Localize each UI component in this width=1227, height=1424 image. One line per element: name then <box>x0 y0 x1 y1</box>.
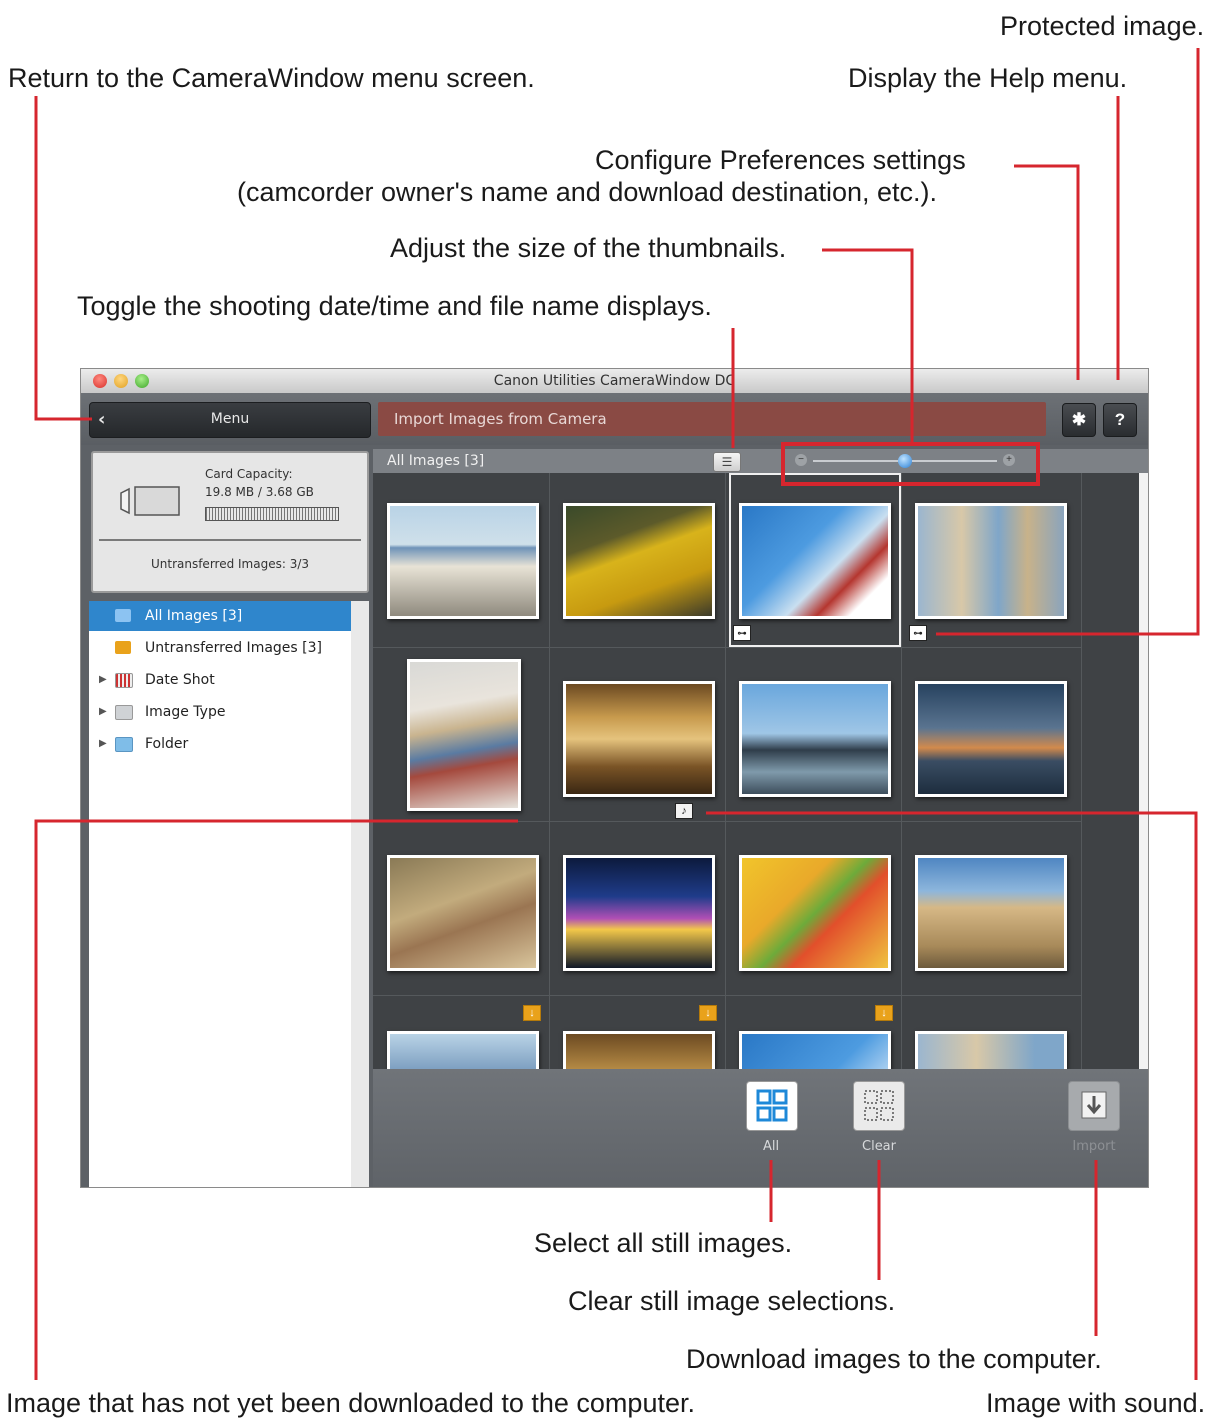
clear-selection-label: Clear <box>862 1139 896 1154</box>
download-callout: Download images to the computer. <box>686 1344 1102 1374</box>
preferences-button[interactable]: ✱ <box>1062 403 1096 437</box>
thumbnail-image[interactable] <box>739 1031 891 1069</box>
toggle-info-display-button[interactable]: ☰ <box>713 452 741 472</box>
card-capacity-bar <box>205 507 339 521</box>
menu-button-label: Menu <box>210 411 250 427</box>
tree-item-all-images[interactable]: All Images [3] <box>89 601 351 631</box>
bottom-action-bar: All Clear Import <box>373 1069 1148 1187</box>
import-banner: Import Images from Camera <box>378 402 1046 436</box>
folder-icon <box>115 737 133 752</box>
thumbnail-image[interactable] <box>915 1031 1067 1069</box>
thumbnail-image[interactable] <box>915 503 1067 619</box>
not-downloaded-callout: Image that has not yet been downloaded t… <box>6 1388 695 1418</box>
protected-key-icon: ⊶ <box>909 625 927 641</box>
select-all-callout: Select all still images. <box>534 1228 793 1258</box>
question-icon: ? <box>1114 410 1126 429</box>
toolbar: ‹ Menu Import Images from Camera ✱ ? <box>81 393 1148 445</box>
zoom-out-icon[interactable]: − <box>795 454 807 466</box>
tree-scrollbar[interactable] <box>351 601 369 1187</box>
import-button[interactable] <box>1068 1081 1120 1131</box>
download-arrow-icon <box>1081 1091 1107 1119</box>
not-downloaded-icon: ↓ <box>875 1005 893 1021</box>
import-label: Import <box>1072 1139 1116 1154</box>
thumbnail-size-callout: Adjust the size of the thumbnails. <box>390 233 787 263</box>
image-type-icon <box>115 705 133 720</box>
camerawindow-app: Canon Utilities CameraWindow DC ‹ Menu I… <box>80 368 1149 1188</box>
help-menu-callout: Display the Help menu. <box>848 63 1128 93</box>
grid-scrollbar[interactable] <box>1139 473 1148 1069</box>
select-all-label: All <box>762 1139 780 1154</box>
tree-item-label: Untransferred Images [3] <box>145 640 322 656</box>
thumbnail-image[interactable] <box>915 855 1067 971</box>
thumbnail-image[interactable] <box>387 855 539 971</box>
thumbnail-image[interactable] <box>739 855 891 971</box>
return-menu-callout: Return to the CameraWindow menu screen. <box>8 63 535 93</box>
help-button[interactable]: ? <box>1103 403 1137 437</box>
thumbnail-image[interactable] <box>915 681 1067 797</box>
thumbnail-image[interactable] <box>563 1031 715 1069</box>
card-capacity-label: Card Capacity: <box>205 467 293 481</box>
select-all-icon <box>756 1089 788 1122</box>
card-capacity-panel: Card Capacity: 19.8 MB / 3.68 GB Untrans… <box>91 451 369 593</box>
calendar-icon <box>115 673 133 688</box>
title-bar: Canon Utilities CameraWindow DC <box>81 369 1148 394</box>
thumbnail-image[interactable] <box>563 503 715 619</box>
sound-note-icon: ♪ <box>675 803 693 819</box>
tree-item-label: Folder <box>145 736 189 752</box>
grid-header-label: All Images [3] <box>387 453 485 469</box>
clear-selection-callout: Clear still image selections. <box>568 1286 896 1316</box>
camcorder-icon <box>120 486 180 516</box>
not-downloaded-icon: ↓ <box>699 1005 717 1021</box>
divider <box>99 539 361 541</box>
not-downloaded-icon: ↓ <box>523 1005 541 1021</box>
gear-icon: ✱ <box>1071 410 1087 429</box>
untransferred-count: Untransferred Images: 3/3 <box>150 557 310 571</box>
grid-header: All Images [3] ☰ − + <box>373 449 1148 474</box>
list-icon: ☰ <box>721 455 733 469</box>
import-banner-label: Import Images from Camera <box>394 410 607 428</box>
grid-margin <box>1081 473 1140 1069</box>
clear-selection-button[interactable] <box>853 1081 905 1131</box>
window-title: Canon Utilities CameraWindow DC <box>493 373 736 389</box>
thumbnail-image[interactable] <box>407 659 521 811</box>
disclosure-triangle-icon[interactable]: ▶ <box>99 729 107 759</box>
tree-item-untransferred[interactable]: Untransferred Images [3] <box>89 633 351 663</box>
category-tree: All Images [3] Untransferred Images [3] … <box>89 601 352 1187</box>
thumbnail-image[interactable] <box>387 503 539 619</box>
preferences-callout-line1: Configure Preferences settings <box>595 145 966 175</box>
photos-icon <box>115 609 131 622</box>
tree-item-folder[interactable]: ▶ Folder <box>89 729 351 759</box>
thumbnail-image[interactable] <box>387 1031 539 1069</box>
thumbnail-size-slider[interactable]: − + <box>789 452 1021 470</box>
tree-item-date-shot[interactable]: ▶ Date Shot <box>89 665 351 695</box>
protected-key-icon: ⊶ <box>733 625 751 641</box>
untransferred-icon <box>115 641 131 654</box>
thumbnail-grid: ⊶ ⊶ ♪ ↓ ↓ ↓ <box>373 473 1081 1069</box>
thumbnail-image[interactable] <box>739 681 891 797</box>
clear-selection-icon <box>864 1090 894 1121</box>
slider-knob[interactable] <box>898 454 912 468</box>
disclosure-triangle-icon[interactable]: ▶ <box>99 665 107 695</box>
tree-item-label: All Images [3] <box>145 608 243 624</box>
toggle-display-callout: Toggle the shooting date/time and file n… <box>77 291 712 321</box>
tree-item-label: Date Shot <box>145 672 215 688</box>
tree-item-image-type[interactable]: ▶ Image Type <box>89 697 351 727</box>
protected-image-callout: Protected image. <box>1000 11 1205 41</box>
tree-item-label: Image Type <box>145 704 226 720</box>
card-capacity-value: 19.8 MB / 3.68 GB <box>205 485 314 499</box>
thumbnail-image[interactable] <box>563 855 715 971</box>
thumbnail-image[interactable] <box>739 503 891 619</box>
thumbnail-image[interactable] <box>563 681 715 797</box>
select-all-button[interactable] <box>746 1081 798 1131</box>
preferences-callout-line2: (camcorder owner's name and download des… <box>237 177 938 207</box>
sound-image-callout: Image with sound. <box>986 1388 1206 1418</box>
disclosure-triangle-icon[interactable]: ▶ <box>99 697 107 727</box>
zoom-in-icon[interactable]: + <box>1003 454 1015 466</box>
menu-button[interactable]: ‹ Menu <box>89 402 371 438</box>
